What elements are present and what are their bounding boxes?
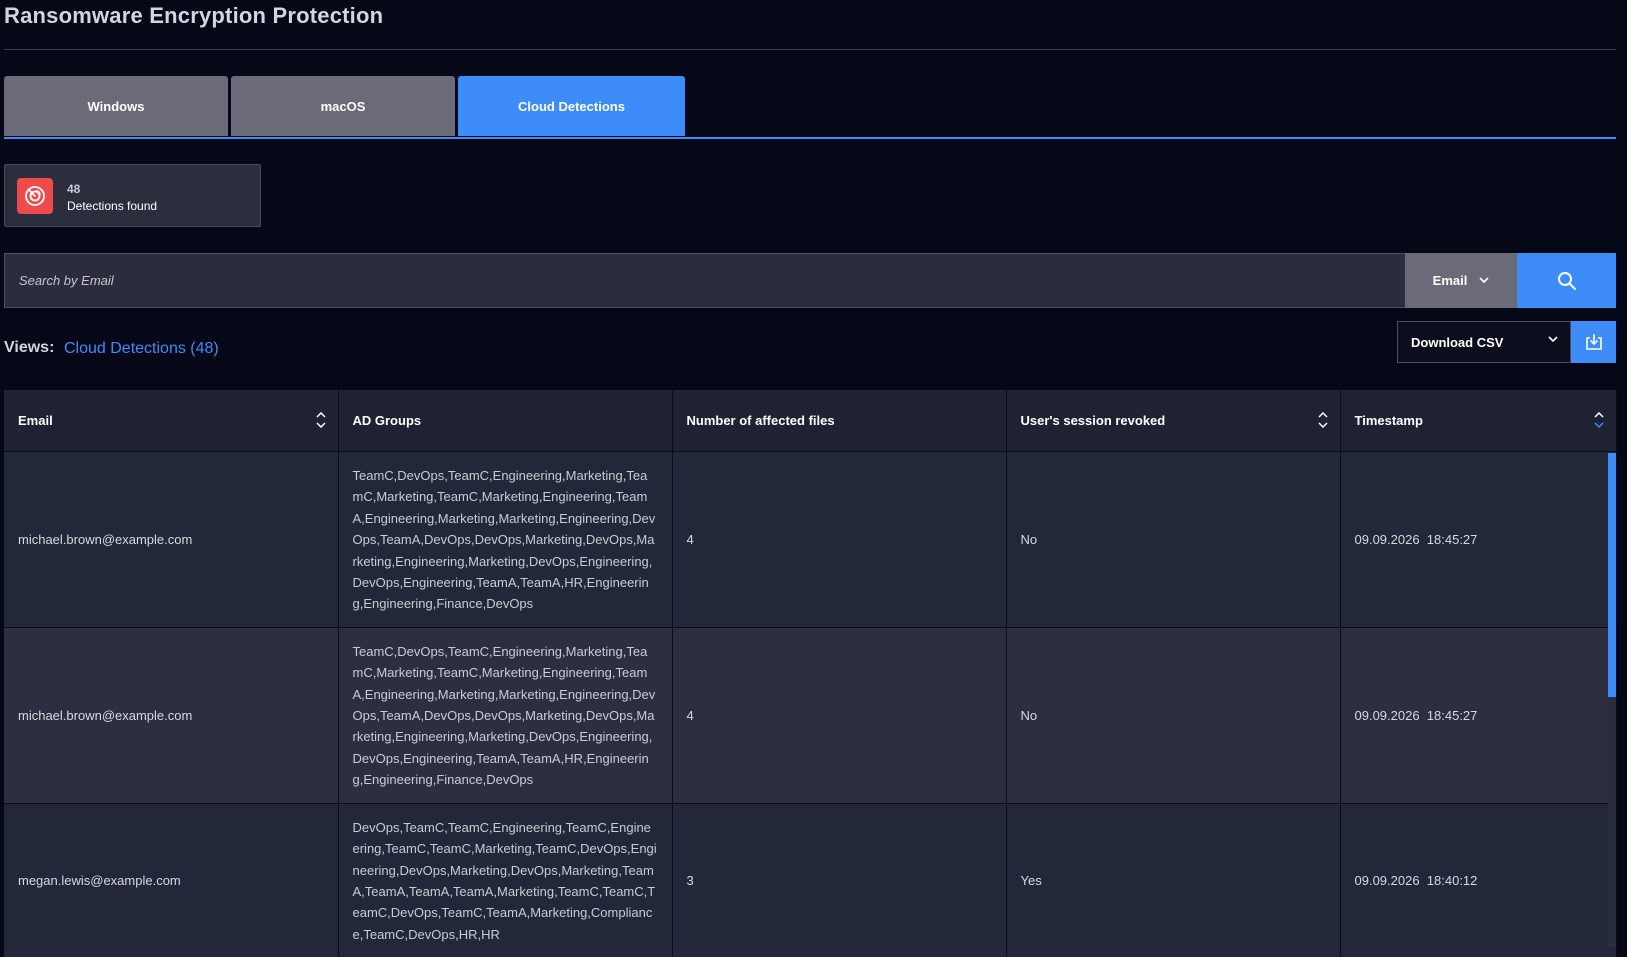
download-icon xyxy=(1585,334,1602,350)
download-csv-select[interactable]: Download CSV xyxy=(1397,321,1571,363)
platform-tabs: Windows macOS Cloud Detections xyxy=(4,76,1616,139)
tab-cloud-detections[interactable]: Cloud Detections xyxy=(458,76,685,136)
column-label: AD Groups xyxy=(352,413,422,428)
cell-ad-groups: TeamC,DevOps,TeamC,Engineering,Marketing… xyxy=(338,626,673,804)
title-divider xyxy=(4,49,1616,50)
search-icon xyxy=(1557,271,1576,290)
cell-session-revoked: No xyxy=(1006,451,1341,628)
cell-affected-files: 4 xyxy=(672,451,1007,628)
download-button[interactable] xyxy=(1571,321,1616,363)
cell-timestamp: 09.09.2026 18:45:27 xyxy=(1340,626,1617,804)
cell-email: michael.brown@example.com xyxy=(4,626,339,804)
table-header-row: Email AD Groups Number of affected files… xyxy=(4,390,1617,452)
chevron-down-icon xyxy=(1548,336,1558,343)
cell-timestamp: 09.09.2026 18:45:27 xyxy=(1340,451,1617,628)
cell-email: megan.lewis@example.com xyxy=(4,802,339,957)
tab-windows[interactable]: Windows xyxy=(4,76,228,136)
cell-email: michael.brown@example.com xyxy=(4,451,339,628)
search-field-value: Email xyxy=(1432,273,1468,288)
table-row[interactable]: michael.brown@example.com TeamC,DevOps,T… xyxy=(4,451,1617,628)
column-header-session-revoked: User's session revoked xyxy=(1006,390,1341,452)
column-label: Number of affected files xyxy=(686,413,835,428)
views-label: Views: xyxy=(4,339,55,356)
search-field-select[interactable]: Email xyxy=(1405,253,1517,308)
detections-label: Detections found xyxy=(67,199,158,213)
column-header-ad-groups: AD Groups xyxy=(338,390,673,452)
column-label: Timestamp xyxy=(1354,413,1423,428)
cell-session-revoked: No xyxy=(1006,626,1341,804)
search-bar: Email xyxy=(4,253,1616,308)
download-csv-label: Download CSV xyxy=(1411,334,1504,350)
detections-table: Email AD Groups Number of affected files… xyxy=(4,390,1617,957)
sort-icon[interactable] xyxy=(1317,412,1328,428)
table-row[interactable]: michael.brown@example.com TeamC,DevOps,T… xyxy=(4,626,1617,804)
page-title: Ransomware Encryption Protection xyxy=(4,3,384,28)
column-header-affected-files: Number of affected files xyxy=(672,390,1007,452)
table-row[interactable]: megan.lewis@example.com DevOps,TeamC,Tea… xyxy=(4,802,1617,957)
cell-timestamp: 09.09.2026 18:40:12 xyxy=(1340,802,1617,957)
chevron-down-icon xyxy=(1479,277,1489,284)
sort-icon[interactable] xyxy=(315,412,326,428)
detections-summary-card: 48 Detections found xyxy=(4,164,261,227)
column-label: User's session revoked xyxy=(1020,413,1166,428)
tab-underline xyxy=(4,137,1616,139)
detections-count: 48 xyxy=(67,182,81,196)
cell-affected-files: 4 xyxy=(672,626,1007,804)
search-input[interactable] xyxy=(5,254,1405,307)
sort-desc-icon[interactable] xyxy=(1593,412,1604,428)
cell-affected-files: 3 xyxy=(672,802,1007,957)
cell-ad-groups: TeamC,DevOps,TeamC,Engineering,Marketing… xyxy=(338,451,673,628)
cell-session-revoked: Yes xyxy=(1006,802,1341,957)
column-header-timestamp: Timestamp xyxy=(1340,390,1617,452)
scrollbar-thumb[interactable] xyxy=(1608,453,1616,697)
column-label: Email xyxy=(18,413,53,428)
current-view-link[interactable]: Cloud Detections (48) xyxy=(64,340,219,358)
radar-alert-icon xyxy=(17,178,53,214)
search-button[interactable] xyxy=(1517,253,1616,308)
tab-macos[interactable]: macOS xyxy=(231,76,455,136)
column-header-email: Email xyxy=(4,390,339,452)
cell-ad-groups: DevOps,TeamC,TeamC,Engineering,TeamC,Eng… xyxy=(338,802,673,957)
